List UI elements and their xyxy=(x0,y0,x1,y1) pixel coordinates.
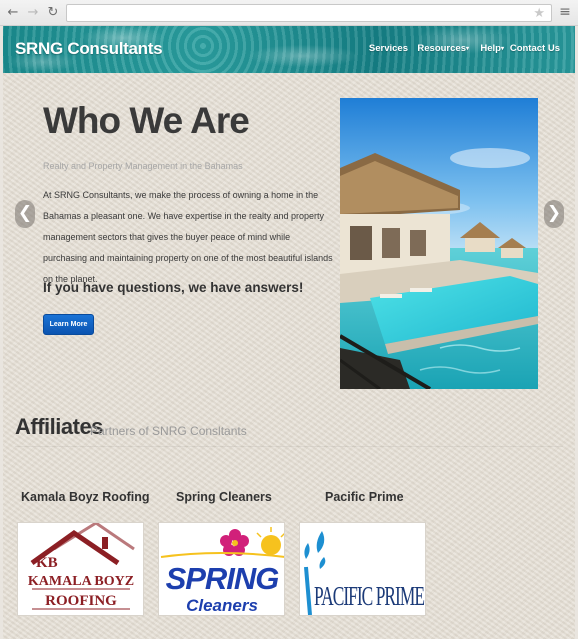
reload-icon[interactable]: ↻ xyxy=(45,5,61,21)
spring-logo-line1: SPRING xyxy=(166,561,280,596)
caret-down-icon: ▾ xyxy=(465,45,469,52)
brand-logo[interactable]: SRNG Consultants xyxy=(15,39,163,59)
address-bar[interactable]: ★ xyxy=(66,4,552,22)
resort-illustration xyxy=(340,98,538,389)
kamala-boyz-logo-art: KB KAMALA BOYZ ROOFING xyxy=(28,523,135,610)
hero-body: At SRNG Consultants, we make the process… xyxy=(43,190,333,284)
spring-cleaners-logo-art: SPRING Cleaners xyxy=(160,527,284,615)
forward-icon[interactable]: → xyxy=(25,5,41,21)
nav-contact[interactable]: Contact Us xyxy=(510,43,560,54)
hero-resort-image xyxy=(340,98,538,389)
affiliate-name-kamala: Kamala Boyz Roofing xyxy=(21,490,150,504)
back-icon[interactable]: ← xyxy=(5,5,21,21)
web-page: SRNG Consultants Services Resources▾ Hel… xyxy=(3,26,575,639)
learn-more-button[interactable]: Learn More xyxy=(43,314,94,335)
nav-services[interactable]: Services xyxy=(369,43,408,54)
kamala-logo-line2: ROOFING xyxy=(45,593,117,609)
browser-toolbar: ← → ↻ ★ ≡ xyxy=(0,0,578,26)
star-icon[interactable]: ★ xyxy=(533,5,545,22)
kamala-boyz-logo[interactable]: KB KAMALA BOYZ ROOFING xyxy=(17,522,144,616)
nav-help[interactable]: Help▾ xyxy=(480,43,504,54)
affiliate-name-pacific: Pacific Prime xyxy=(325,490,404,504)
site-navbar: SRNG Consultants Services Resources▾ Hel… xyxy=(3,26,575,73)
nav-contact-label: Contact Us xyxy=(509,43,560,54)
affiliate-name-spring: Spring Cleaners xyxy=(176,490,272,504)
spring-cleaners-logo[interactable]: SPRING Cleaners xyxy=(158,522,285,616)
carousel-prev-button[interactable]: ❮ xyxy=(15,200,35,228)
nav-help-label: Help xyxy=(480,43,501,54)
pacific-prime-logo-art: PACIFIC PRIME xyxy=(304,531,425,615)
nav-resources-label: Resources xyxy=(417,43,466,54)
spring-logo-line2: Cleaners xyxy=(186,596,258,615)
nav-resources[interactable]: Resources▾ xyxy=(417,43,469,54)
section-divider xyxy=(15,446,563,447)
hero-title: Who We Are xyxy=(43,100,250,141)
affiliates-subtitle: Partners of SNRG Consltants xyxy=(90,424,247,438)
hero-cta-text: If you have questions, we have answers! xyxy=(43,280,304,295)
hero-subtitle: Realty and Property Management in the Ba… xyxy=(43,161,243,171)
caret-down-icon: ▾ xyxy=(500,45,504,52)
carousel-next-button[interactable]: ❯ xyxy=(544,200,564,228)
kamala-logo-line1: KAMALA BOYZ xyxy=(28,574,134,589)
pacific-logo-text: PACIFIC PRIME xyxy=(314,581,425,611)
hamburger-icon[interactable]: ≡ xyxy=(558,4,572,20)
nav-services-label: Services xyxy=(368,43,408,54)
kamala-logo-initials: KB xyxy=(36,555,58,571)
pacific-prime-logo[interactable]: PACIFIC PRIME xyxy=(299,522,426,616)
